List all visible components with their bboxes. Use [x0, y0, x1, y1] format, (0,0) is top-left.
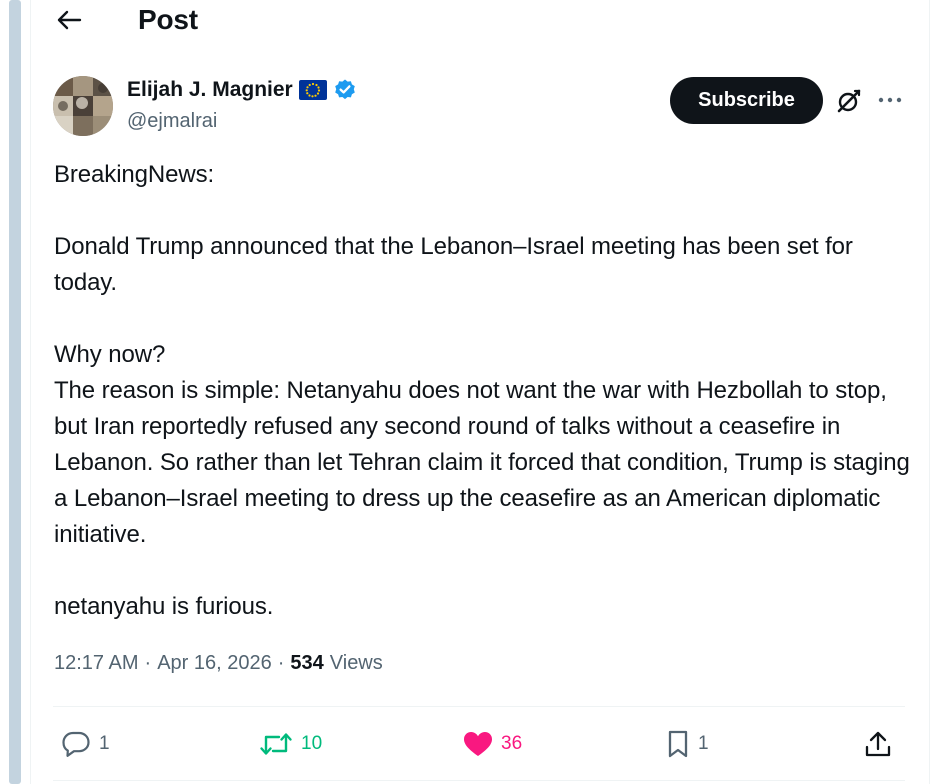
tweet-paragraph-1: Donald Trump announced that the Lebanon–… — [54, 233, 853, 296]
reply-icon — [62, 731, 90, 757]
tweet-heading: BreakingNews: — [54, 161, 215, 188]
subscribe-button[interactable]: Subscribe — [670, 77, 823, 124]
author-handle[interactable]: @ejmalrai — [127, 110, 217, 133]
bookmark-count: 1 — [698, 733, 709, 754]
more-button[interactable] — [874, 85, 906, 115]
share-button[interactable] — [864, 728, 892, 760]
post-time[interactable]: 12:17 AM — [54, 652, 139, 675]
grok-icon — [837, 89, 861, 113]
share-icon — [865, 731, 891, 757]
views-label: Views — [329, 652, 383, 674]
verified-badge-icon[interactable] — [333, 78, 357, 102]
views-count: 534 — [290, 652, 324, 674]
tweet-text: BreakingNews: Donald Trump announced tha… — [54, 157, 914, 625]
like-count: 36 — [501, 733, 523, 754]
author-name-row: Elijah J. Magnier — [127, 78, 357, 102]
repost-icon — [260, 733, 292, 755]
reply-count: 1 — [99, 733, 110, 754]
tweet-paragraph-2: The reason is simple: Netanyahu does not… — [54, 377, 910, 548]
bookmark-button[interactable]: 1 — [666, 728, 709, 760]
meta-separator: · — [144, 652, 152, 674]
tweet-question: Why now? — [54, 341, 166, 368]
page-title: Post — [138, 4, 198, 35]
bookmark-icon — [668, 730, 688, 758]
repost-button[interactable]: 10 — [259, 728, 322, 760]
grok-button[interactable] — [832, 85, 866, 117]
avatar[interactable] — [53, 76, 113, 136]
author-display-name[interactable]: Elijah J. Magnier — [127, 78, 293, 102]
more-icon — [878, 97, 902, 103]
eu-flag-icon — [298, 80, 327, 100]
reply-button[interactable]: 1 — [61, 728, 110, 760]
back-button[interactable] — [53, 6, 85, 34]
post-date[interactable]: Apr 16, 2026 — [157, 652, 272, 675]
divider — [53, 780, 905, 781]
post-column: Post Elijah J. Magnier @ejmalrai Subscri… — [30, 0, 930, 784]
meta-separator: · — [277, 652, 285, 674]
arrow-left-icon — [57, 10, 82, 30]
avatar-image — [53, 76, 113, 136]
post-meta: 12:17 AM · Apr 16, 2026 · 534 Views — [54, 652, 383, 675]
post-header: Post — [31, 0, 929, 42]
heart-icon — [464, 732, 492, 756]
tweet-paragraph-3: netanyahu is furious. — [54, 593, 274, 620]
left-scrollbar[interactable] — [9, 0, 21, 784]
like-button[interactable]: 36 — [463, 728, 522, 760]
divider — [53, 706, 905, 707]
repost-count: 10 — [301, 733, 323, 754]
